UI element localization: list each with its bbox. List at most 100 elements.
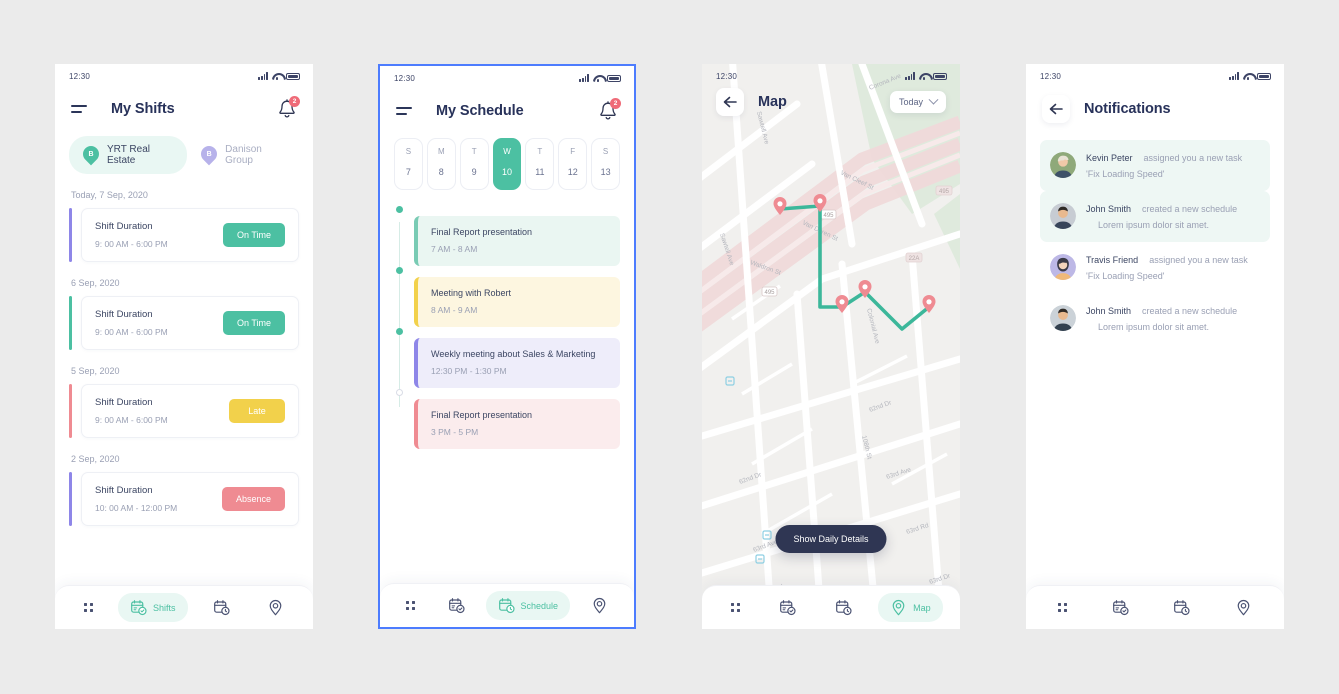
calendar-clock-icon	[498, 598, 515, 614]
day-of-week: S	[602, 147, 609, 156]
back-arrow-icon[interactable]	[1042, 95, 1070, 123]
event-row[interactable]: Final Report presentation 3 PM - 5 PM	[396, 389, 620, 449]
nav-item-shifts-calendar-check[interactable]	[1100, 593, 1141, 622]
event-title: Final Report presentation	[431, 227, 533, 237]
day-of-week: W	[503, 147, 511, 156]
shift-title: Shift Duration	[95, 309, 153, 320]
svg-text:495: 495	[764, 290, 775, 296]
nav-item-location-pin[interactable]	[579, 591, 620, 620]
event-row[interactable]: Weekly meeting about Sales & Marketing 1…	[396, 328, 620, 388]
notification-item[interactable]: Kevin Peter assigned you a new task 'Fix …	[1040, 140, 1270, 191]
notification-item[interactable]: John Smith created a new schedule Lorem i…	[1040, 191, 1270, 242]
shift-row[interactable]: Shift Duration 9: 00 AM - 6:00 PM Late	[69, 384, 299, 438]
wifi-icon	[919, 72, 929, 80]
day-cell[interactable]: S 7	[394, 138, 423, 190]
company-tab[interactable]: B YRT Real Estate	[69, 136, 188, 174]
status-bar: 12:30	[380, 66, 634, 90]
location-pin-icon	[269, 600, 282, 616]
day-cell[interactable]: M 8	[426, 138, 456, 190]
hamburger-menu-icon[interactable]	[71, 103, 87, 115]
day-cell[interactable]: S 13	[591, 138, 621, 190]
nav-item-location-pin[interactable]	[255, 593, 296, 622]
nav-item-grid-dots[interactable]	[394, 595, 427, 616]
calendar-clock-icon	[835, 600, 852, 616]
event-row[interactable]: Final Report presentation 7 AM - 8 AM	[396, 206, 620, 266]
day-cell[interactable]: T 11	[525, 138, 555, 190]
nav-item-grid-dots[interactable]	[72, 597, 105, 618]
page-title: My Schedule	[436, 103, 524, 119]
company-pin-icon: B	[83, 146, 99, 164]
shift-info: Shift Duration 9: 00 AM - 6:00 PM	[95, 221, 168, 249]
shift-row[interactable]: Shift Duration 10: 00 AM - 12:00 PM Abse…	[69, 472, 299, 526]
company-tab[interactable]: B Danison Group	[187, 136, 299, 174]
day-cell[interactable]: T 9	[459, 138, 489, 190]
nav-item-grid-dots[interactable]	[719, 597, 752, 618]
shift-groups: Today, 7 Sep, 2020 Shift Duration 9: 00 …	[69, 190, 299, 526]
timeline-dot	[396, 267, 403, 274]
notification-author: Kevin Peter	[1086, 153, 1133, 163]
day-of-week: M	[437, 147, 445, 156]
show-daily-details-button[interactable]: Show Daily Details	[775, 525, 887, 553]
nav-item-shifts-calendar-check[interactable]	[767, 593, 808, 622]
nav-item-label: Map	[913, 602, 931, 613]
notification-author: John Smith	[1086, 306, 1132, 316]
location-pin-icon	[593, 598, 606, 614]
event-card[interactable]: Final Report presentation 7 AM - 8 AM	[414, 216, 620, 266]
status-time: 12:30	[716, 71, 738, 81]
notification-headline: Kevin Peter assigned you a new task	[1086, 153, 1242, 163]
nav-item-calendar-clock[interactable]	[1161, 593, 1202, 622]
nav-item-shifts-calendar-check[interactable]: Shifts	[118, 593, 188, 622]
nav-item-calendar-clock[interactable]	[823, 593, 864, 622]
notifications-bell-button[interactable]: 2	[598, 98, 621, 122]
page-title: My Shifts	[111, 101, 175, 117]
day-cell[interactable]: F 12	[558, 138, 588, 190]
status-badge[interactable]: On Time	[222, 223, 285, 247]
status-badge[interactable]: On Time	[222, 311, 285, 335]
notification-item[interactable]: Travis Friend assigned you a new task 'Fi…	[1040, 242, 1270, 293]
shift-row[interactable]: Shift Duration 9: 00 AM - 6:00 PM On Tim…	[69, 208, 299, 262]
event-card[interactable]: Final Report presentation 3 PM - 5 PM	[414, 399, 620, 449]
nav-item-location-pin[interactable]: Map	[878, 593, 943, 622]
event-time: 7 AM - 8 AM	[431, 244, 478, 254]
nav-item-grid-dots[interactable]	[1046, 597, 1079, 618]
wifi-icon	[1243, 72, 1253, 80]
nav-item-location-pin[interactable]	[1223, 593, 1264, 622]
day-cell[interactable]: W 10	[492, 138, 522, 190]
status-badge[interactable]: Absence	[221, 487, 285, 511]
phone-map: Corona Ave Van Cleef St Van Doren St Wal…	[702, 64, 960, 629]
date-filter-dropdown[interactable]: Today	[889, 91, 946, 113]
calendar-clock-icon	[214, 600, 230, 616]
shift-card[interactable]: Shift Duration 9: 00 AM - 6:00 PM Late	[81, 384, 299, 438]
app-bar: Map Today	[702, 88, 960, 116]
shift-card[interactable]: Shift Duration 9: 00 AM - 6:00 PM On Tim…	[81, 208, 299, 262]
nav-item-shifts-calendar-check[interactable]	[436, 591, 477, 620]
day-selector: S 7 M 8 T 9 W 10 T 11 F 12 S 13	[394, 138, 621, 190]
shift-row[interactable]: Shift Duration 9: 00 AM - 6:00 PM On Tim…	[69, 296, 299, 350]
shift-time: 9: 00 AM - 6:00 PM	[95, 239, 168, 249]
events-timeline: Final Report presentation 7 AM - 8 AM Me…	[394, 206, 620, 449]
notification-item[interactable]: John Smith created a new schedule Lorem i…	[1040, 293, 1270, 344]
events-list: Final Report presentation 7 AM - 8 AM Me…	[396, 206, 620, 449]
shift-time: 9: 00 AM - 6:00 PM	[95, 415, 168, 425]
notification-body: John Smith created a new schedule Lorem i…	[1086, 203, 1237, 230]
status-bar: 12:30	[702, 64, 960, 88]
event-card[interactable]: Meeting with Robert 8 AM - 9 AM	[414, 277, 620, 327]
day-number: 12	[567, 167, 578, 177]
shift-card[interactable]: Shift Duration 10: 00 AM - 12:00 PM Abse…	[81, 472, 299, 526]
nav-item-calendar-clock[interactable]: Schedule	[485, 591, 571, 620]
schedule-scroll-area[interactable]: S 7 M 8 T 9 W 10 T 11 F 12 S 13 Final Re…	[380, 132, 634, 627]
nav-item-label: Schedule	[520, 600, 559, 611]
back-arrow-icon[interactable]	[716, 88, 744, 116]
status-badge[interactable]: Late	[229, 399, 285, 423]
nav-item-label: Shifts	[153, 602, 176, 613]
hamburger-menu-icon[interactable]	[396, 105, 412, 117]
shifts-calendar-check-icon	[131, 600, 147, 616]
nav-item-calendar-clock[interactable]	[201, 593, 242, 622]
shifts-scroll-area[interactable]: B YRT Real Estate B Danison Group Today,…	[55, 130, 313, 629]
app-bar: My Shifts 2	[55, 88, 313, 130]
event-row[interactable]: Meeting with Robert 8 AM - 9 AM	[396, 267, 620, 327]
notifications-bell-button[interactable]: 2	[277, 96, 300, 120]
event-card[interactable]: Weekly meeting about Sales & Marketing 1…	[414, 338, 620, 388]
shift-card[interactable]: Shift Duration 9: 00 AM - 6:00 PM On Tim…	[81, 296, 299, 350]
avatar-john-smith	[1050, 203, 1076, 229]
